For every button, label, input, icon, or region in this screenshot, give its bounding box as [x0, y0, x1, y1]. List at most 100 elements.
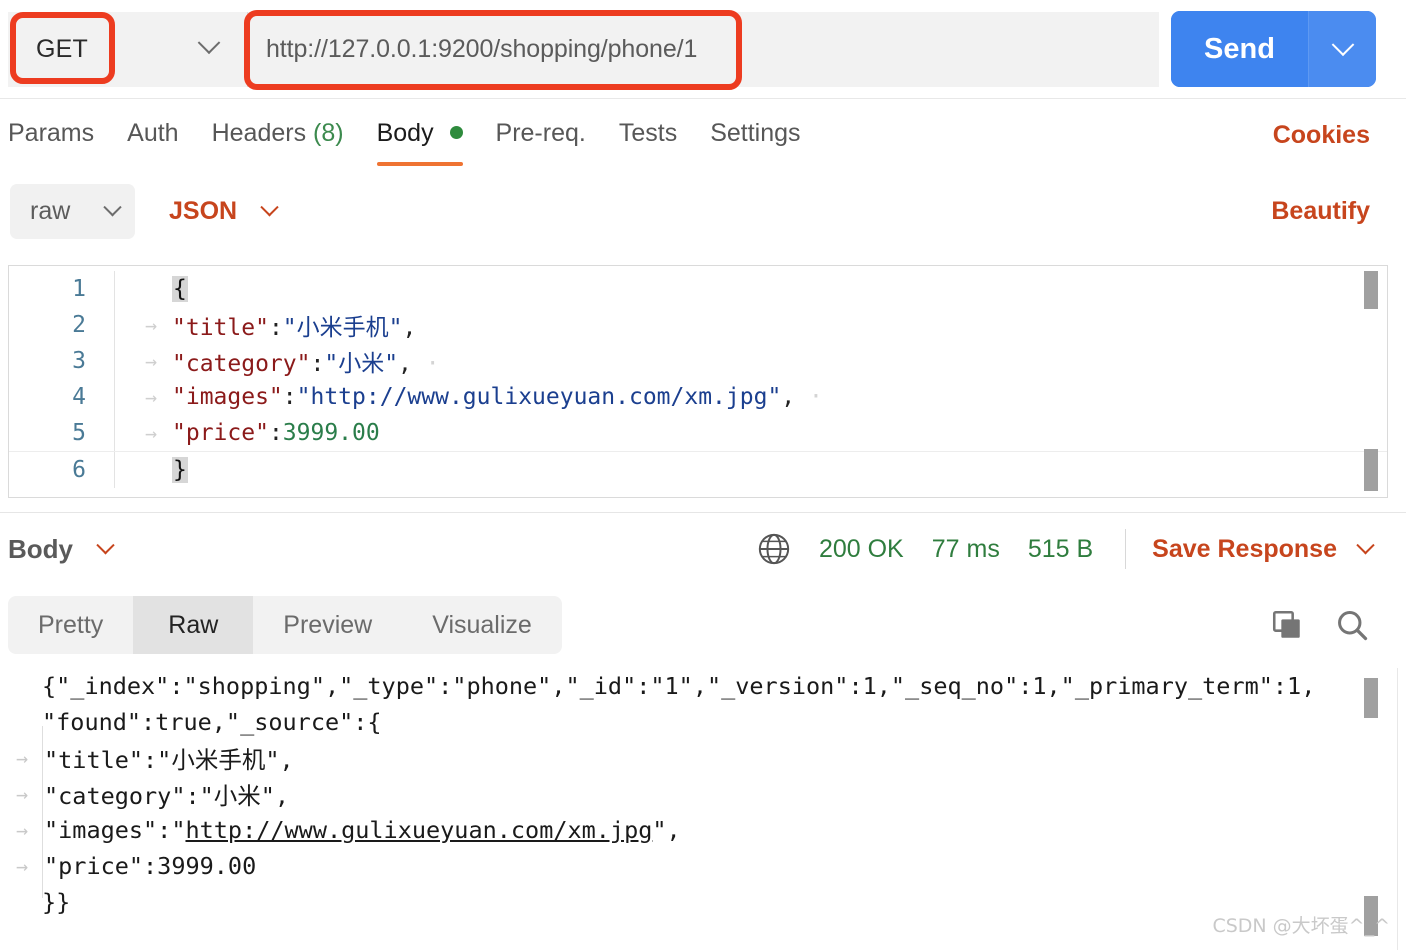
line-number: 4 [72, 384, 86, 410]
body-format-dropdown[interactable]: JSON [169, 197, 279, 226]
json-colon: : [268, 315, 283, 341]
response-line-text: "price":3999.00 [44, 852, 257, 880]
code-text: "price":3999.00 [172, 420, 380, 446]
chevron-down-icon[interactable] [197, 30, 221, 60]
response-line-text: }} [42, 888, 71, 916]
response-line: → "category":"小米", [0, 776, 1406, 812]
request-url-bar: GET http://127.0.0.1:9200/shopping/phone… [0, 0, 1406, 99]
indent-guide: → [15, 746, 29, 770]
indent-guide: → [15, 818, 29, 842]
code-text: "images":"http://www.gulixueyuan.com/xm.… [172, 384, 823, 410]
send-button-group: Send [1171, 11, 1376, 87]
tab-auth[interactable]: Auth [127, 119, 178, 152]
indent-guide: → [15, 854, 29, 878]
response-time: 77 ms [931, 534, 1000, 563]
body-modified-dot-icon [449, 125, 463, 139]
close-brace: } [172, 456, 188, 483]
json-key: "title" [172, 315, 269, 341]
line-number: 3 [72, 348, 86, 374]
json-comma: , [402, 315, 417, 341]
tab-body[interactable]: Body [376, 119, 463, 166]
json-value: 3999.00 [282, 420, 380, 446]
response-line: "found":true,"_source":{ [0, 704, 1406, 740]
response-indent-rule [42, 726, 43, 898]
json-comma: , [398, 351, 412, 377]
url-input-value: http://127.0.0.1:9200/shopping/phone/1 [266, 34, 698, 63]
json-colon: : [310, 351, 325, 377]
json-key: "images" [172, 384, 283, 410]
chevron-down-icon [260, 197, 279, 216]
beautify-button[interactable]: Beautify [1271, 197, 1370, 226]
response-url-link[interactable]: http://www.gulixueyuan.com/xm.jpg [185, 816, 652, 844]
request-body-editor[interactable]: 1 { 2 → "title":"小米手机", 3 → "category":"… [8, 265, 1388, 498]
url-input[interactable]: http://127.0.0.1:9200/shopping/phone/1 [248, 11, 1159, 87]
postman-window: GET http://127.0.0.1:9200/shopping/phone… [0, 0, 1406, 950]
send-button[interactable]: Send [1171, 11, 1308, 87]
globe-icon [758, 533, 790, 565]
chevron-down-icon [103, 197, 122, 216]
tab-settings[interactable]: Settings [710, 119, 800, 152]
tab-headers[interactable]: Headers (8) [212, 119, 344, 152]
code-line: 4 → "images":"http://www.gulixueyuan.com… [9, 379, 1387, 415]
response-line: → "images":"http://www.gulixueyuan.com/x… [0, 812, 1406, 848]
response-body-dropdown[interactable]: Body [8, 533, 115, 565]
code-line: 5 → "price":3999.00 [9, 415, 1387, 451]
fold-column [114, 379, 130, 415]
tab-visualize[interactable]: Visualize [402, 596, 562, 654]
response-line-suffix: ", [652, 816, 681, 844]
trailing-marker: · [411, 351, 440, 377]
response-line: }} [0, 884, 1406, 920]
editor-scroll-thumb-top[interactable] [1364, 271, 1378, 309]
fold-column [114, 451, 130, 488]
indent-guide: → [144, 313, 158, 337]
response-action-icons [1240, 607, 1370, 643]
cookies-link[interactable]: Cookies [1273, 121, 1370, 150]
http-method-label: GET [36, 34, 88, 63]
tab-pretty[interactable]: Pretty [8, 596, 133, 654]
headers-count-badge: (8) [313, 118, 344, 147]
code-line: 6 } [9, 451, 1387, 488]
code-text: "category":"小米", · [172, 344, 440, 378]
send-options-button[interactable] [1308, 11, 1376, 87]
line-number: 2 [72, 312, 86, 338]
response-line: → "price":3999.00 [0, 848, 1406, 884]
tab-raw[interactable]: Raw [133, 596, 254, 654]
response-line: {"_index":"shopping","_type":"phone","_i… [0, 668, 1406, 704]
editor-scroll-thumb-bottom[interactable] [1364, 449, 1378, 491]
response-header: Body 200 OK 77 ms 515 B Save Response [0, 513, 1406, 585]
tab-settings-label: Settings [710, 118, 801, 147]
response-scrollbar[interactable] [1364, 674, 1378, 936]
save-response-button[interactable]: Save Response [1152, 535, 1337, 564]
code-line: 2 → "title":"小米手机", [9, 307, 1387, 343]
response-line-text: "category":"小米", [44, 782, 290, 810]
body-type-row: raw JSON Beautify [0, 176, 1406, 246]
response-line-prefix: "images":" [44, 816, 186, 844]
search-icon[interactable] [1334, 607, 1370, 643]
response-size: 515 B [1027, 534, 1094, 563]
tab-prerequest[interactable]: Pre-req. [496, 119, 586, 152]
tab-preview[interactable]: Preview [253, 596, 402, 654]
chevron-down-icon[interactable] [1356, 535, 1375, 554]
tab-params[interactable]: Params [8, 119, 94, 152]
response-view-tabs: Pretty Raw Preview Visualize [8, 596, 562, 654]
json-value: "小米" [324, 351, 399, 377]
indent-guide: → [144, 421, 158, 445]
response-line-text: "images":"http://www.gulixueyuan.com/xm.… [44, 816, 681, 844]
line-number: 1 [72, 276, 86, 302]
code-line: 3 → "category":"小米", · [9, 343, 1387, 379]
editor-scrollbar[interactable] [1364, 271, 1378, 493]
tab-params-label: Params [8, 118, 95, 147]
response-right-rule [1397, 668, 1398, 950]
response-body-label: Body [8, 533, 73, 564]
http-method-selector[interactable]: GET [8, 11, 248, 87]
fold-column [114, 343, 130, 379]
tab-prerequest-label: Pre-req. [495, 118, 586, 147]
body-mode-dropdown[interactable]: raw [10, 183, 135, 239]
copy-icon[interactable] [1270, 608, 1304, 642]
status-code: 200 OK [818, 534, 904, 563]
code-text: } [172, 456, 188, 483]
response-body-viewer[interactable]: {"_index":"shopping","_type":"phone","_i… [0, 668, 1406, 936]
indent-guide: → [144, 349, 158, 373]
response-scroll-thumb-top[interactable] [1364, 678, 1378, 718]
tab-tests[interactable]: Tests [619, 119, 677, 152]
